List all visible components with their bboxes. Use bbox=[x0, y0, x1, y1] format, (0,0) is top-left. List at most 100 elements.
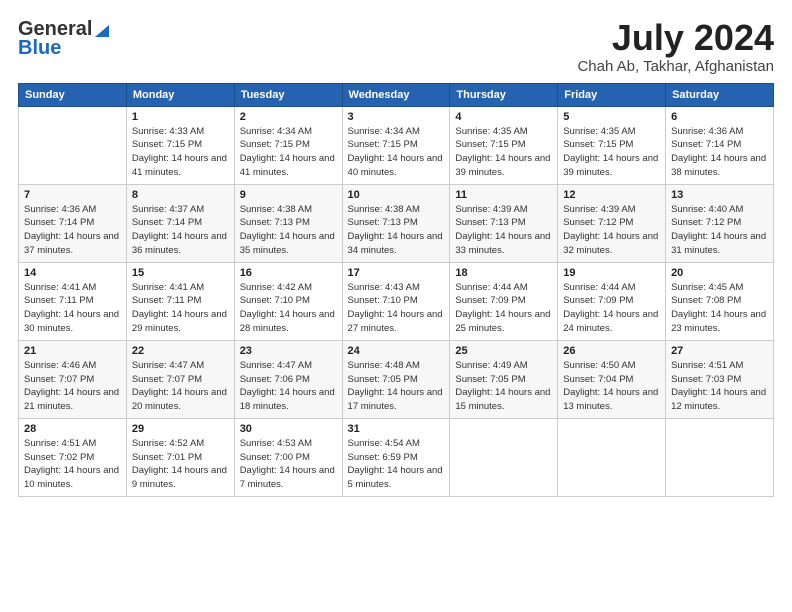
calendar-cell-4-5 bbox=[558, 418, 666, 496]
sunset: Sunset: 6:59 PM bbox=[348, 452, 418, 463]
header-wednesday: Wednesday bbox=[342, 83, 450, 106]
day-number: 19 bbox=[563, 267, 660, 279]
calendar-cell-2-3: 17 Sunrise: 4:43 AM Sunset: 7:10 PM Dayl… bbox=[342, 262, 450, 340]
daylight: Daylight: 14 hours and 31 minutes. bbox=[671, 231, 766, 256]
daylight: Daylight: 14 hours and 33 minutes. bbox=[455, 231, 550, 256]
sunset: Sunset: 7:11 PM bbox=[132, 295, 202, 306]
day-info: Sunrise: 4:34 AM Sunset: 7:15 PM Dayligh… bbox=[348, 125, 445, 180]
sunset: Sunset: 7:14 PM bbox=[24, 217, 94, 228]
day-info: Sunrise: 4:37 AM Sunset: 7:14 PM Dayligh… bbox=[132, 203, 229, 258]
sunset: Sunset: 7:11 PM bbox=[24, 295, 94, 306]
sunrise: Sunrise: 4:47 AM bbox=[132, 360, 204, 371]
day-number: 10 bbox=[348, 189, 445, 201]
day-number: 28 bbox=[24, 423, 121, 435]
day-info: Sunrise: 4:51 AM Sunset: 7:02 PM Dayligh… bbox=[24, 437, 121, 492]
daylight: Daylight: 14 hours and 7 minutes. bbox=[240, 465, 335, 490]
sunset: Sunset: 7:14 PM bbox=[671, 139, 741, 150]
daylight: Daylight: 14 hours and 18 minutes. bbox=[240, 387, 335, 412]
daylight: Daylight: 14 hours and 28 minutes. bbox=[240, 309, 335, 334]
sunrise: Sunrise: 4:36 AM bbox=[671, 126, 743, 137]
calendar-cell-0-3: 3 Sunrise: 4:34 AM Sunset: 7:15 PM Dayli… bbox=[342, 106, 450, 184]
day-info: Sunrise: 4:33 AM Sunset: 7:15 PM Dayligh… bbox=[132, 125, 229, 180]
calendar-cell-1-3: 10 Sunrise: 4:38 AM Sunset: 7:13 PM Dayl… bbox=[342, 184, 450, 262]
sunset: Sunset: 7:09 PM bbox=[563, 295, 633, 306]
main-title: July 2024 bbox=[577, 18, 774, 58]
sunrise: Sunrise: 4:48 AM bbox=[348, 360, 420, 371]
day-number: 5 bbox=[563, 111, 660, 123]
calendar-table: Sunday Monday Tuesday Wednesday Thursday… bbox=[18, 83, 774, 497]
day-number: 29 bbox=[132, 423, 229, 435]
sunset: Sunset: 7:13 PM bbox=[348, 217, 418, 228]
sunrise: Sunrise: 4:41 AM bbox=[24, 282, 96, 293]
calendar-cell-4-3: 31 Sunrise: 4:54 AM Sunset: 6:59 PM Dayl… bbox=[342, 418, 450, 496]
day-number: 18 bbox=[455, 267, 552, 279]
calendar-cell-3-5: 26 Sunrise: 4:50 AM Sunset: 7:04 PM Dayl… bbox=[558, 340, 666, 418]
daylight: Daylight: 14 hours and 38 minutes. bbox=[671, 153, 766, 178]
header-friday: Friday bbox=[558, 83, 666, 106]
header-saturday: Saturday bbox=[666, 83, 774, 106]
sunset: Sunset: 7:00 PM bbox=[240, 452, 310, 463]
calendar-cell-0-4: 4 Sunrise: 4:35 AM Sunset: 7:15 PM Dayli… bbox=[450, 106, 558, 184]
day-info: Sunrise: 4:41 AM Sunset: 7:11 PM Dayligh… bbox=[24, 281, 121, 336]
day-info: Sunrise: 4:49 AM Sunset: 7:05 PM Dayligh… bbox=[455, 359, 552, 414]
sunrise: Sunrise: 4:38 AM bbox=[348, 204, 420, 215]
daylight: Daylight: 14 hours and 24 minutes. bbox=[563, 309, 658, 334]
sunset: Sunset: 7:15 PM bbox=[132, 139, 202, 150]
calendar-cell-3-6: 27 Sunrise: 4:51 AM Sunset: 7:03 PM Dayl… bbox=[666, 340, 774, 418]
daylight: Daylight: 14 hours and 36 minutes. bbox=[132, 231, 227, 256]
sunrise: Sunrise: 4:37 AM bbox=[132, 204, 204, 215]
sunrise: Sunrise: 4:39 AM bbox=[563, 204, 635, 215]
calendar-cell-0-1: 1 Sunrise: 4:33 AM Sunset: 7:15 PM Dayli… bbox=[126, 106, 234, 184]
calendar-cell-4-1: 29 Sunrise: 4:52 AM Sunset: 7:01 PM Dayl… bbox=[126, 418, 234, 496]
sunrise: Sunrise: 4:40 AM bbox=[671, 204, 743, 215]
calendar-row-1: 7 Sunrise: 4:36 AM Sunset: 7:14 PM Dayli… bbox=[19, 184, 774, 262]
daylight: Daylight: 14 hours and 9 minutes. bbox=[132, 465, 227, 490]
calendar-row-2: 14 Sunrise: 4:41 AM Sunset: 7:11 PM Dayl… bbox=[19, 262, 774, 340]
calendar-cell-3-1: 22 Sunrise: 4:47 AM Sunset: 7:07 PM Dayl… bbox=[126, 340, 234, 418]
day-number: 2 bbox=[240, 111, 337, 123]
sunset: Sunset: 7:07 PM bbox=[132, 374, 202, 385]
day-info: Sunrise: 4:54 AM Sunset: 6:59 PM Dayligh… bbox=[348, 437, 445, 492]
day-info: Sunrise: 4:35 AM Sunset: 7:15 PM Dayligh… bbox=[455, 125, 552, 180]
day-number: 21 bbox=[24, 345, 121, 357]
day-info: Sunrise: 4:47 AM Sunset: 7:06 PM Dayligh… bbox=[240, 359, 337, 414]
daylight: Daylight: 14 hours and 20 minutes. bbox=[132, 387, 227, 412]
day-info: Sunrise: 4:36 AM Sunset: 7:14 PM Dayligh… bbox=[24, 203, 121, 258]
day-info: Sunrise: 4:41 AM Sunset: 7:11 PM Dayligh… bbox=[132, 281, 229, 336]
day-info: Sunrise: 4:39 AM Sunset: 7:12 PM Dayligh… bbox=[563, 203, 660, 258]
sunrise: Sunrise: 4:44 AM bbox=[563, 282, 635, 293]
daylight: Daylight: 14 hours and 37 minutes. bbox=[24, 231, 119, 256]
daylight: Daylight: 14 hours and 39 minutes. bbox=[563, 153, 658, 178]
daylight: Daylight: 14 hours and 10 minutes. bbox=[24, 465, 119, 490]
day-info: Sunrise: 4:47 AM Sunset: 7:07 PM Dayligh… bbox=[132, 359, 229, 414]
daylight: Daylight: 14 hours and 29 minutes. bbox=[132, 309, 227, 334]
day-number: 22 bbox=[132, 345, 229, 357]
calendar-cell-0-0 bbox=[19, 106, 127, 184]
sunset: Sunset: 7:15 PM bbox=[348, 139, 418, 150]
sunrise: Sunrise: 4:46 AM bbox=[24, 360, 96, 371]
sunrise: Sunrise: 4:41 AM bbox=[132, 282, 204, 293]
day-number: 12 bbox=[563, 189, 660, 201]
day-info: Sunrise: 4:50 AM Sunset: 7:04 PM Dayligh… bbox=[563, 359, 660, 414]
daylight: Daylight: 14 hours and 32 minutes. bbox=[563, 231, 658, 256]
calendar-cell-0-5: 5 Sunrise: 4:35 AM Sunset: 7:15 PM Dayli… bbox=[558, 106, 666, 184]
header-monday: Monday bbox=[126, 83, 234, 106]
header-sunday: Sunday bbox=[19, 83, 127, 106]
daylight: Daylight: 14 hours and 5 minutes. bbox=[348, 465, 443, 490]
day-number: 7 bbox=[24, 189, 121, 201]
daylight: Daylight: 14 hours and 15 minutes. bbox=[455, 387, 550, 412]
logo-triangle-icon bbox=[93, 21, 111, 39]
calendar-cell-4-2: 30 Sunrise: 4:53 AM Sunset: 7:00 PM Dayl… bbox=[234, 418, 342, 496]
sunset: Sunset: 7:07 PM bbox=[24, 374, 94, 385]
day-info: Sunrise: 4:44 AM Sunset: 7:09 PM Dayligh… bbox=[455, 281, 552, 336]
sunrise: Sunrise: 4:43 AM bbox=[348, 282, 420, 293]
daylight: Daylight: 14 hours and 21 minutes. bbox=[24, 387, 119, 412]
day-number: 20 bbox=[671, 267, 768, 279]
sunrise: Sunrise: 4:35 AM bbox=[455, 126, 527, 137]
day-number: 30 bbox=[240, 423, 337, 435]
sunrise: Sunrise: 4:34 AM bbox=[240, 126, 312, 137]
day-number: 11 bbox=[455, 189, 552, 201]
day-info: Sunrise: 4:34 AM Sunset: 7:15 PM Dayligh… bbox=[240, 125, 337, 180]
logo: General Blue bbox=[18, 18, 112, 60]
day-info: Sunrise: 4:39 AM Sunset: 7:13 PM Dayligh… bbox=[455, 203, 552, 258]
